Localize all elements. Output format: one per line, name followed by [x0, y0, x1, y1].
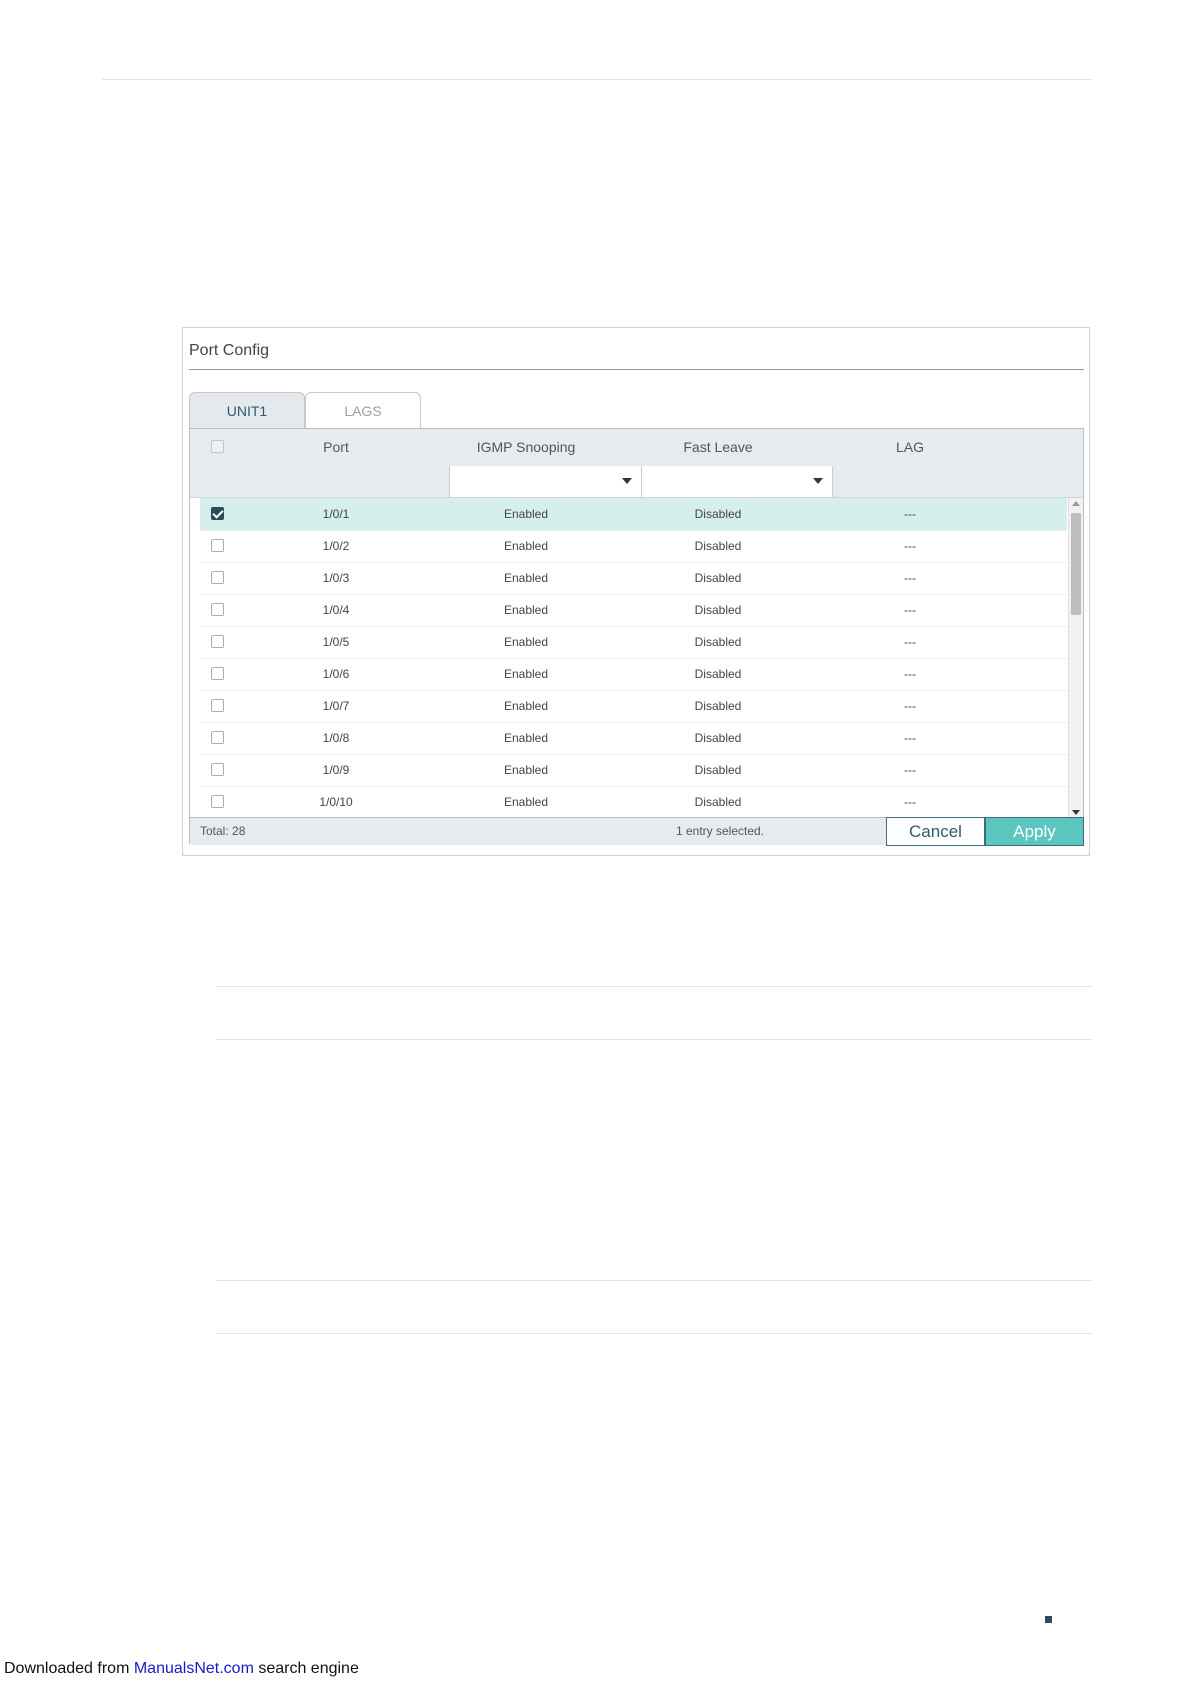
cell-igmp-snooping: Enabled [503, 763, 549, 777]
row-checkbox[interactable] [211, 603, 224, 616]
row-checkbox[interactable] [211, 731, 224, 744]
column-header-igmp-snooping: IGMP Snooping [476, 439, 576, 455]
row-checkbox[interactable] [211, 699, 224, 712]
row-checkbox[interactable] [211, 635, 224, 648]
table-row[interactable]: 1/0/4 Enabled Disabled --- [200, 594, 1067, 627]
chevron-down-icon [622, 478, 632, 484]
table-row[interactable]: 1/0/9 Enabled Disabled --- [200, 754, 1067, 787]
fast-leave-filter-select[interactable] [641, 466, 833, 497]
table-header: Port IGMP Snooping Fast Leave LAG [190, 429, 1083, 467]
cell-port: 1/0/3 [322, 571, 350, 585]
table-footer: Total: 28 1 entry selected. Cancel Apply [190, 817, 1084, 846]
top-rule [102, 79, 1092, 80]
chevron-down-icon [813, 478, 823, 484]
table-row[interactable]: 1/0/2 Enabled Disabled --- [200, 530, 1067, 563]
table-row[interactable]: 1/0/7 Enabled Disabled --- [200, 690, 1067, 723]
row-checkbox[interactable] [211, 507, 224, 520]
selection-status: 1 entry selected. [675, 824, 765, 838]
table-body: 1/0/1 Enabled Disabled --- 1/0/2 Enabled Disab… [190, 498, 1083, 818]
cell-port: 1/0/4 [322, 603, 350, 617]
cell-fast-leave: Disabled [694, 507, 742, 521]
cell-lag: --- [904, 635, 916, 649]
cell-lag: --- [904, 763, 916, 777]
table-row[interactable]: 1/0/8 Enabled Disabled --- [200, 722, 1067, 755]
table-row[interactable]: 1/0/5 Enabled Disabled --- [200, 626, 1067, 659]
cell-port: 1/0/7 [322, 699, 350, 713]
download-footer: Downloaded from ManualsNet.com search en… [4, 1660, 359, 1678]
cell-fast-leave: Disabled [694, 731, 742, 745]
column-header-port: Port [323, 439, 349, 455]
download-prefix: Downloaded from [4, 1660, 134, 1677]
cell-lag: --- [904, 539, 916, 553]
cell-igmp-snooping: Enabled [503, 731, 549, 745]
cell-igmp-snooping: Enabled [503, 571, 549, 585]
cell-lag: --- [904, 699, 916, 713]
download-suffix: search engine [253, 1660, 359, 1677]
cell-igmp-snooping: Enabled [503, 699, 549, 713]
section-rule [216, 1333, 1092, 1334]
manualsnet-link[interactable]: ManualsNet.com [134, 1660, 254, 1677]
cell-fast-leave: Disabled [694, 635, 742, 649]
section-rule [216, 986, 1092, 987]
row-checkbox[interactable] [211, 667, 224, 680]
tab-unit1[interactable]: UNIT1 [189, 392, 305, 428]
column-header-fast-leave: Fast Leave [683, 439, 753, 455]
igmp-snooping-filter-select[interactable] [449, 466, 642, 497]
table-row[interactable]: 1/0/3 Enabled Disabled --- [200, 562, 1067, 595]
scroll-thumb[interactable] [1071, 513, 1081, 615]
cell-igmp-snooping: Enabled [503, 539, 549, 553]
cell-lag: --- [904, 731, 916, 745]
cell-lag: --- [904, 507, 916, 521]
cell-lag: --- [904, 603, 916, 617]
cell-fast-leave: Disabled [694, 699, 742, 713]
scroll-up-icon[interactable] [1072, 501, 1080, 506]
cell-fast-leave: Disabled [694, 763, 742, 777]
cell-igmp-snooping: Enabled [503, 795, 549, 809]
port-config-panel: Port Config UNIT1 LAGS Port IGMP Snoopin… [182, 327, 1090, 856]
apply-button[interactable]: Apply [985, 817, 1084, 846]
filter-row [190, 466, 1083, 498]
cell-port: 1/0/10 [319, 795, 353, 809]
cancel-button[interactable]: Cancel [886, 817, 985, 846]
cell-fast-leave: Disabled [694, 539, 742, 553]
cell-igmp-snooping: Enabled [503, 507, 549, 521]
column-header-lag: LAG [895, 439, 924, 455]
cell-port: 1/0/9 [322, 763, 350, 777]
panel-title-rule [189, 369, 1084, 370]
section-rule [216, 1039, 1092, 1040]
cell-port: 1/0/8 [322, 731, 350, 745]
row-checkbox[interactable] [211, 763, 224, 776]
table-row[interactable]: 1/0/6 Enabled Disabled --- [200, 658, 1067, 691]
cell-port: 1/0/6 [322, 667, 350, 681]
select-all-checkbox[interactable] [211, 440, 224, 453]
row-checkbox[interactable] [211, 539, 224, 552]
table-row[interactable]: 1/0/10 Enabled Disabled --- [200, 786, 1067, 818]
cell-lag: --- [904, 667, 916, 681]
port-table: Port IGMP Snooping Fast Leave LAG 1/0/1 E… [189, 428, 1084, 846]
cell-fast-leave: Disabled [694, 667, 742, 681]
cell-igmp-snooping: Enabled [503, 667, 549, 681]
table-scrollbar[interactable] [1068, 498, 1083, 818]
panel-title: Port Config [189, 342, 270, 359]
scroll-down-icon[interactable] [1072, 810, 1080, 815]
table-row[interactable]: 1/0/1 Enabled Disabled --- [200, 498, 1067, 531]
page-marker [1045, 1616, 1052, 1623]
cell-fast-leave: Disabled [694, 795, 742, 809]
cell-igmp-snooping: Enabled [503, 603, 549, 617]
cell-fast-leave: Disabled [694, 603, 742, 617]
tab-lags[interactable]: LAGS [305, 392, 421, 428]
row-checkbox[interactable] [211, 795, 224, 808]
cell-lag: --- [904, 571, 916, 585]
cell-port: 1/0/1 [322, 507, 350, 521]
section-rule [216, 1280, 1092, 1281]
total-count: Total: 28 [200, 824, 246, 838]
cell-lag: --- [904, 795, 916, 809]
cell-port: 1/0/5 [322, 635, 350, 649]
cell-igmp-snooping: Enabled [503, 635, 549, 649]
cell-fast-leave: Disabled [694, 571, 742, 585]
cell-port: 1/0/2 [322, 539, 350, 553]
row-checkbox[interactable] [211, 571, 224, 584]
